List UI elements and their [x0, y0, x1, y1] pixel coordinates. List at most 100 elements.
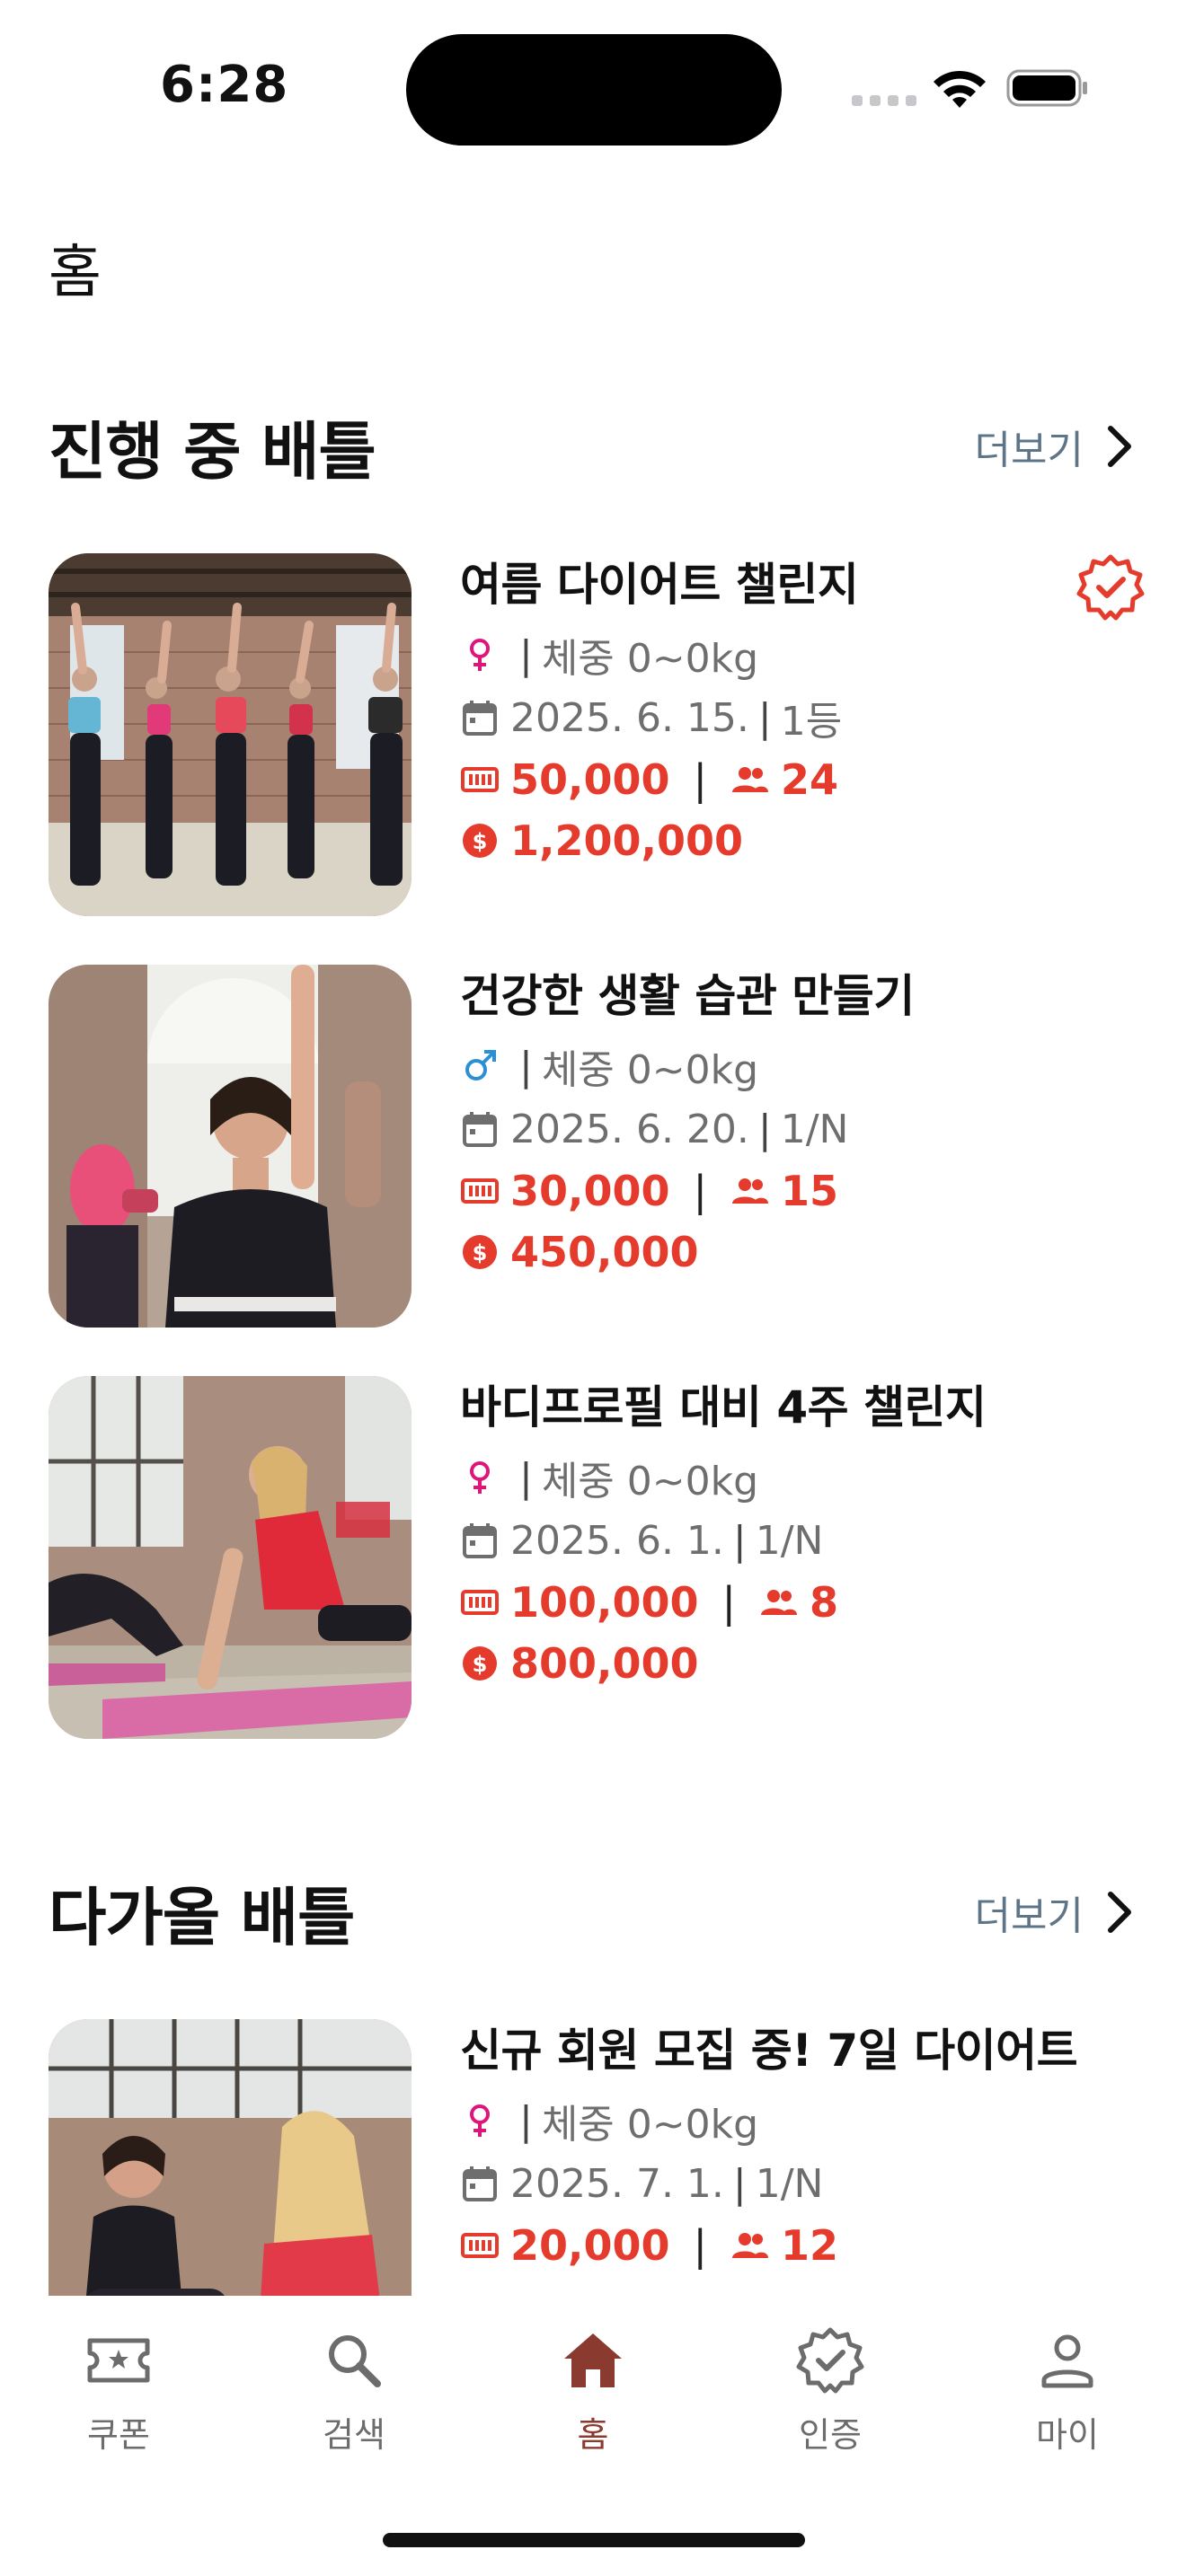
more-link-ongoing[interactable]: 더보기 [975, 418, 1137, 475]
more-link-upcoming[interactable]: 더보기 [975, 1883, 1137, 1941]
verified-badge-icon [1076, 554, 1145, 621]
female-icon [470, 1461, 490, 1494]
calendar-icon [463, 2166, 497, 2201]
dollar-coin-icon: $ [463, 1235, 497, 1269]
battle-thumbnail [49, 965, 412, 1328]
battle-prize-row: $ 1,200,000 [460, 810, 1137, 871]
home-icon [564, 2333, 622, 2387]
battle-title: 건강한 생활 습관 만들기 [460, 970, 915, 1022]
weight-range: 체중 0~0kg [541, 1047, 759, 1093]
svg-text:$: $ [473, 829, 488, 854]
battle-fee-row: 30,000 | 15 [460, 1160, 1137, 1222]
ticket-icon [461, 1590, 499, 1615]
entry-fee: 100,000 [510, 1578, 699, 1627]
calendar-icon [463, 701, 497, 736]
ticket-star-icon [87, 2338, 150, 2383]
weight-range: 체중 0~0kg [541, 636, 759, 682]
battery-icon [1006, 69, 1087, 107]
battle-card[interactable]: 건강한 생활 습관 만들기 | 체중 0~0kg 2025. 6. 20. | 1/N… [49, 965, 1137, 1328]
tab-my[interactable]: 마이 [987, 2326, 1148, 2457]
section-title: 다가올 배틀 [49, 1880, 355, 1954]
battle-info: 바디프로필 대비 4주 챌린지 | 체중 0~0kg 2025. 6. 1. | 1/… [460, 1376, 1137, 1694]
participant-count: 12 [781, 2221, 839, 2270]
tab-label: 마이 [1036, 2415, 1099, 2455]
battle-date: 2025. 6. 20. [510, 1106, 749, 1152]
chevron-right-icon [1108, 1892, 1131, 1933]
wifi-icon [934, 70, 986, 108]
tab-verify[interactable]: 인증 [749, 2326, 911, 2457]
battle-date: 2025. 6. 15. [510, 694, 749, 741]
male-icon [465, 1050, 496, 1081]
ticket-icon [461, 767, 499, 792]
tab-label: 홈 [577, 2415, 609, 2455]
weight-range: 체중 0~0kg [541, 2102, 759, 2148]
svg-text:$: $ [473, 1652, 488, 1677]
participant-count: 8 [810, 1578, 839, 1627]
battle-info: 신규 회원 모집 중! 7일 다이어트 | 체중 0~0kg 2025. 7. 1… [460, 2019, 1137, 2276]
battle-rank: 1/N [755, 1517, 824, 1564]
female-icon [470, 2104, 490, 2137]
dollar-coin-icon: $ [463, 824, 497, 858]
tab-label: 검색 [323, 2415, 385, 2455]
battle-fee-row: 50,000 | 24 [460, 749, 1137, 810]
battle-info: 여름 다이어트 챌린지 | 체중 0~0kg 2025. 6. 15. | 1등 50… [460, 553, 1137, 871]
status-time: 6:28 [160, 56, 289, 114]
people-icon [761, 1590, 798, 1615]
dollar-coin-icon: $ [463, 1646, 497, 1681]
battle-card[interactable]: 여름 다이어트 챌린지 | 체중 0~0kg 2025. 6. 15. | 1등 50… [49, 553, 1145, 916]
entry-fee: 30,000 [510, 1167, 670, 1215]
battle-rank: 1등 [780, 699, 843, 745]
tab-home[interactable]: 홈 [512, 2326, 674, 2457]
dynamic-island [406, 34, 782, 146]
weight-range: 체중 0~0kg [541, 1459, 759, 1504]
battle-date-row: 2025. 6. 20. | 1/N [460, 1098, 1137, 1160]
tab-label: 인증 [799, 2415, 862, 2455]
calendar-icon [463, 1112, 497, 1147]
svg-text:$: $ [473, 1240, 488, 1266]
page-title: 홈 [49, 240, 102, 306]
battle-rank: 1/N [755, 2160, 824, 2207]
battle-fee-row: 20,000 | 12 [460, 2215, 1137, 2276]
battle-date-row: 2025. 7. 1. | 1/N [460, 2152, 1137, 2215]
entry-fee: 50,000 [510, 755, 670, 804]
battle-thumbnail [49, 1376, 412, 1739]
people-icon [732, 767, 769, 792]
prize-pool: 1,200,000 [510, 816, 743, 865]
entry-fee: 20,000 [510, 2221, 670, 2270]
home-indicator[interactable] [383, 2533, 805, 2547]
battle-thumbnail [49, 553, 412, 916]
tab-coupon[interactable]: 쿠폰 [38, 2326, 199, 2457]
people-icon [732, 1178, 769, 1204]
battle-rank: 1/N [780, 1106, 849, 1152]
ticket-icon [461, 1178, 499, 1204]
person-icon [1041, 2334, 1093, 2388]
verified-badge-icon [796, 2327, 864, 2394]
ticket-icon [461, 2233, 499, 2258]
battle-title: 여름 다이어트 챌린지 [460, 559, 859, 611]
battle-meta-row: | 체중 0~0kg [460, 623, 1137, 686]
chevron-right-icon [1108, 426, 1131, 467]
tab-search[interactable]: 검색 [273, 2326, 435, 2457]
battle-meta-row: | 체중 0~0kg [460, 1446, 1137, 1509]
calendar-icon [463, 1523, 497, 1558]
battle-card[interactable]: 바디프로필 대비 4주 챌린지 | 체중 0~0kg 2025. 6. 1. | 1/… [49, 1376, 1137, 1739]
battle-prize-row: $ 800,000 [460, 1633, 1137, 1694]
battle-meta-row: | 체중 0~0kg [460, 1035, 1137, 1098]
more-label: 더보기 [974, 428, 1084, 473]
battle-info: 건강한 생활 습관 만들기 | 체중 0~0kg 2025. 6. 20. | 1/N… [460, 965, 1137, 1283]
battle-meta-row: | 체중 0~0kg [460, 2089, 1137, 2152]
battle-date-row: 2025. 6. 15. | 1등 [460, 686, 1137, 749]
section-header-upcoming: 다가올 배틀 더보기 [49, 1872, 1137, 1954]
search-icon [329, 2335, 381, 2387]
battle-date: 2025. 6. 1. [510, 1517, 724, 1564]
cellular-signal-icon [852, 95, 916, 106]
people-icon [732, 2233, 769, 2258]
status-bar: 6:28 [0, 0, 1186, 180]
section-header-ongoing: 진행 중 배틀 더보기 [49, 406, 1137, 489]
prize-pool: 450,000 [510, 1228, 699, 1276]
more-label: 더보기 [974, 1893, 1084, 1939]
battle-prize-row: $ 450,000 [460, 1222, 1137, 1283]
battle-fee-row: 100,000 | 8 [460, 1572, 1137, 1633]
tab-label: 쿠폰 [87, 2415, 150, 2455]
battle-title: 신규 회원 모집 중! 7일 다이어트 [460, 2025, 1078, 2077]
